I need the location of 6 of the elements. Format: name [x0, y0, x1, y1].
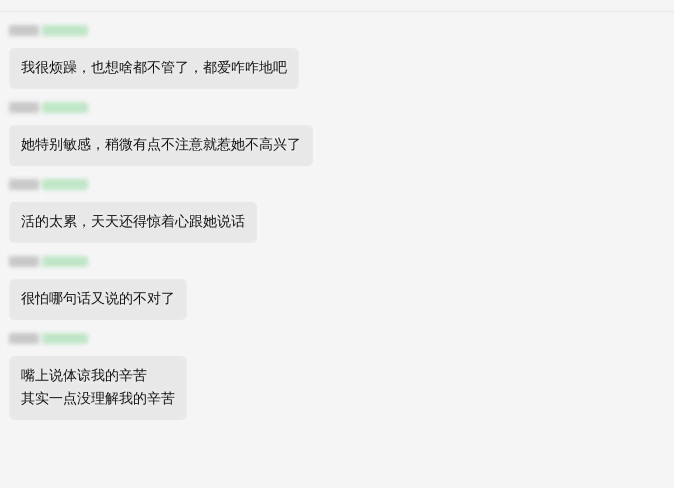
message-text: 其实一点没理解我的辛苦	[21, 390, 175, 409]
message-text: 她特别敏感，稍微有点不注意就惹她不高兴了	[21, 136, 301, 155]
message-text: 很怕哪句话又说的不对了	[21, 290, 175, 309]
message-text: 活的太累，天天还得惊着心跟她说话	[21, 213, 245, 232]
message-text: 我很烦躁，也想啥都不管了，都爱咋咋地吧	[21, 59, 287, 78]
message-text: 嘴上说体谅我的辛苦	[21, 367, 148, 386]
